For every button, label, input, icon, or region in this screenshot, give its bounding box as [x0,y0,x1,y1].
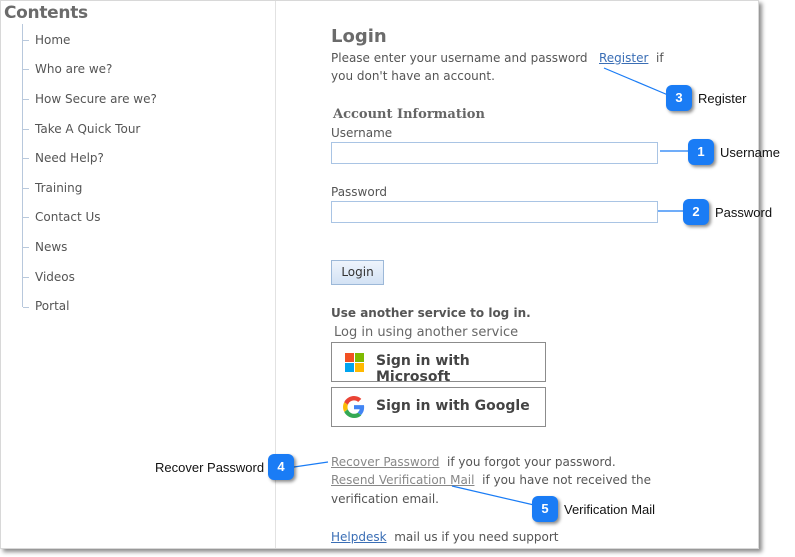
resend-text-2: verification email. [331,492,439,506]
recover-text: if you forgot your password. [447,455,616,469]
sidebar-item-how-secure[interactable]: How Secure are we? [35,92,157,106]
microsoft-logo-icon [345,353,365,373]
username-label: Username [331,126,393,140]
tree-branch [23,129,29,130]
sidebar-item-contact-us[interactable]: Contact Us [35,210,101,224]
tree-branch [23,307,29,308]
tree-branch [23,188,29,189]
sidebar-item-need-help[interactable]: Need Help? [35,151,104,165]
external-login-subheading: Log in using another service [334,325,519,340]
sidebar-item-home[interactable]: Home [35,33,70,47]
tree-branch [23,277,29,278]
sidebar-item-quick-tour[interactable]: Take A Quick Tour [35,122,140,136]
external-login-heading: Use another service to log in. [331,306,531,320]
intro-suffix: if [656,51,664,65]
account-info-heading: Account Information [333,107,485,122]
callout-label-verification-mail: Verification Mail [564,502,656,517]
username-input[interactable] [331,142,658,164]
google-logo-icon [343,396,365,418]
tree-branch [23,247,29,248]
recover-row: Recover Password if you forgot your pass… [331,455,616,469]
helpdesk-text: mail us if you need support [394,530,559,544]
tree-branch [23,217,29,218]
helpdesk-row: Helpdesk mail us if you need support [331,530,559,544]
google-button-label: Sign in with Google [376,398,530,414]
tree-branch [23,99,29,100]
password-input[interactable] [331,201,658,223]
intro-text: Please enter your username and password [331,51,588,65]
callout-badge-3: 3 [666,85,692,111]
callout-label-register: Register [698,91,747,106]
sign-in-microsoft-button[interactable]: Sign in with Microsoft [331,342,546,385]
callout-badge-5: 5 [532,496,558,522]
microsoft-button-label: Sign in with Microsoft [376,353,470,385]
register-link[interactable]: Register [599,51,648,65]
sign-in-google-button[interactable]: Sign in with Google [331,387,546,427]
login-button[interactable]: Login [331,260,384,285]
callout-badge-2: 2 [683,199,709,225]
login-title: Login [331,26,387,47]
resend-row: Resend Verification Mail if you have not… [331,473,651,487]
login-intro: Please enter your username and password … [331,51,664,65]
password-label: Password [331,185,388,199]
sidebar-item-videos[interactable]: Videos [35,270,75,284]
resend-verification-link[interactable]: Resend Verification Mail [331,473,474,487]
sidebar-item-training[interactable]: Training [35,181,82,195]
sidebar-title: Contents [4,3,88,23]
sidebar-item-portal[interactable]: Portal [35,299,69,313]
sidebar-item-who-are-we[interactable]: Who are we? [35,62,112,76]
tree-branch [23,158,29,159]
helpdesk-link[interactable]: Helpdesk [331,530,387,544]
tree-line [22,24,23,307]
callout-label-recover-password: Recover Password [155,460,265,475]
intro-line2: you don't have an account. [331,69,495,83]
resend-text: if you have not received the [482,473,652,487]
tree-branch [23,69,29,70]
callout-badge-4: 4 [268,454,294,480]
recover-password-link[interactable]: Recover Password [331,455,439,469]
tree-branch [23,40,29,41]
callout-label-password: Password [715,205,773,220]
callout-badge-1: 1 [688,139,714,165]
help-screenshot-frame: Contents Home Who are we? How Secure are… [0,0,759,549]
sidebar-item-news[interactable]: News [35,240,67,254]
callout-label-username: Username [720,145,780,160]
